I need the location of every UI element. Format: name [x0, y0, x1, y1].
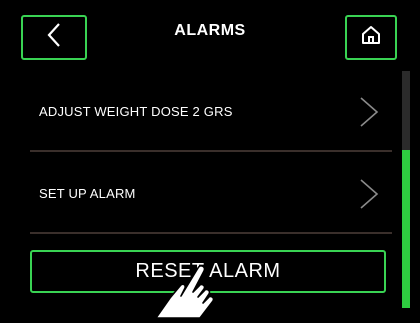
menu-item-adjust-weight-dose[interactable]: ADJUST WEIGHT DOSE 2 GRS: [30, 84, 392, 138]
chevron-right-icon: [358, 96, 380, 133]
alarms-screen: ALARMS ADJUST WEIGHT DOSE 2 GRS SET UP A…: [0, 0, 420, 319]
scrollbar-thumb[interactable]: [402, 150, 410, 308]
home-icon: [360, 24, 382, 51]
pointing-hand-icon: [150, 262, 230, 323]
divider: [30, 150, 392, 152]
divider: [30, 232, 392, 234]
scrollbar[interactable]: [402, 71, 410, 308]
menu-item-set-up-alarm[interactable]: SET UP ALARM: [30, 166, 392, 220]
home-button[interactable]: [345, 15, 397, 60]
menu-item-label: ADJUST WEIGHT DOSE 2 GRS: [39, 103, 233, 119]
menu-item-label: SET UP ALARM: [39, 185, 136, 201]
chevron-right-icon: [358, 178, 380, 215]
